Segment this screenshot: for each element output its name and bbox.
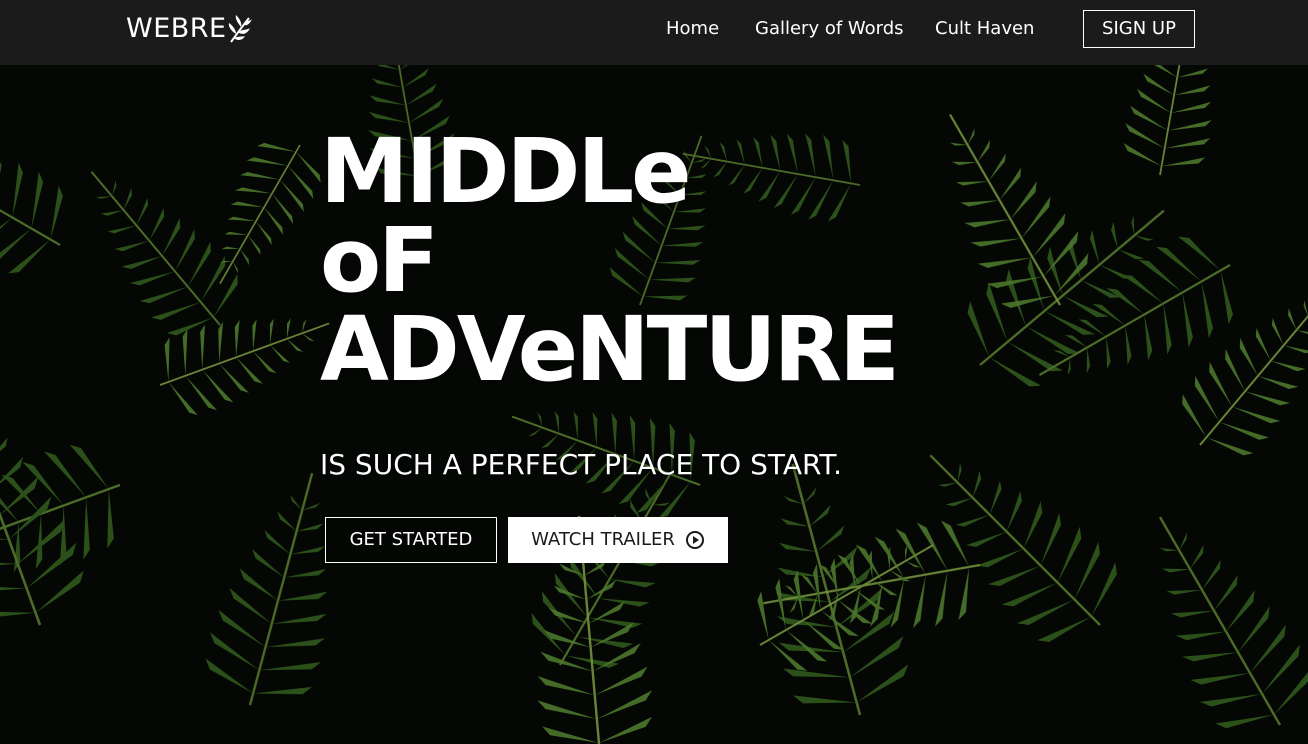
hero-headline: MIDDLe oF ADVeNTURE	[320, 119, 900, 401]
watch-trailer-button[interactable]: WATCH TRAILER	[508, 517, 728, 563]
logo-text: WEBRE	[126, 13, 227, 44]
hero-section: MIDDLe oF ADVeNTURE IS SUCH A PERFECT PL…	[0, 65, 1308, 744]
top-navbar: WEBRE Home Gallery of Words Cult Haven S…	[0, 0, 1308, 65]
play-circle-icon	[685, 531, 704, 549]
sign-up-button[interactable]: SIGN UP	[1083, 10, 1195, 48]
nav-link-gallery-of-words[interactable]: Gallery of Words	[755, 18, 904, 40]
hero-subheadline: IS SUCH A PERFECT PLACE TO START.	[320, 448, 843, 481]
headline-line-1: MIDDLe	[320, 119, 692, 223]
nav-link-cult-haven[interactable]: Cult Haven	[935, 18, 1034, 40]
brand-logo[interactable]: WEBRE	[126, 12, 253, 46]
leaf-sprig-icon	[228, 15, 252, 43]
nav-link-home[interactable]: Home	[666, 18, 719, 40]
headline-line-2: oF	[320, 208, 439, 312]
watch-trailer-label: WATCH TRAILER	[531, 529, 675, 550]
headline-line-3: ADVeNTURE	[320, 297, 900, 401]
get-started-button[interactable]: GET STARTED	[325, 517, 497, 563]
